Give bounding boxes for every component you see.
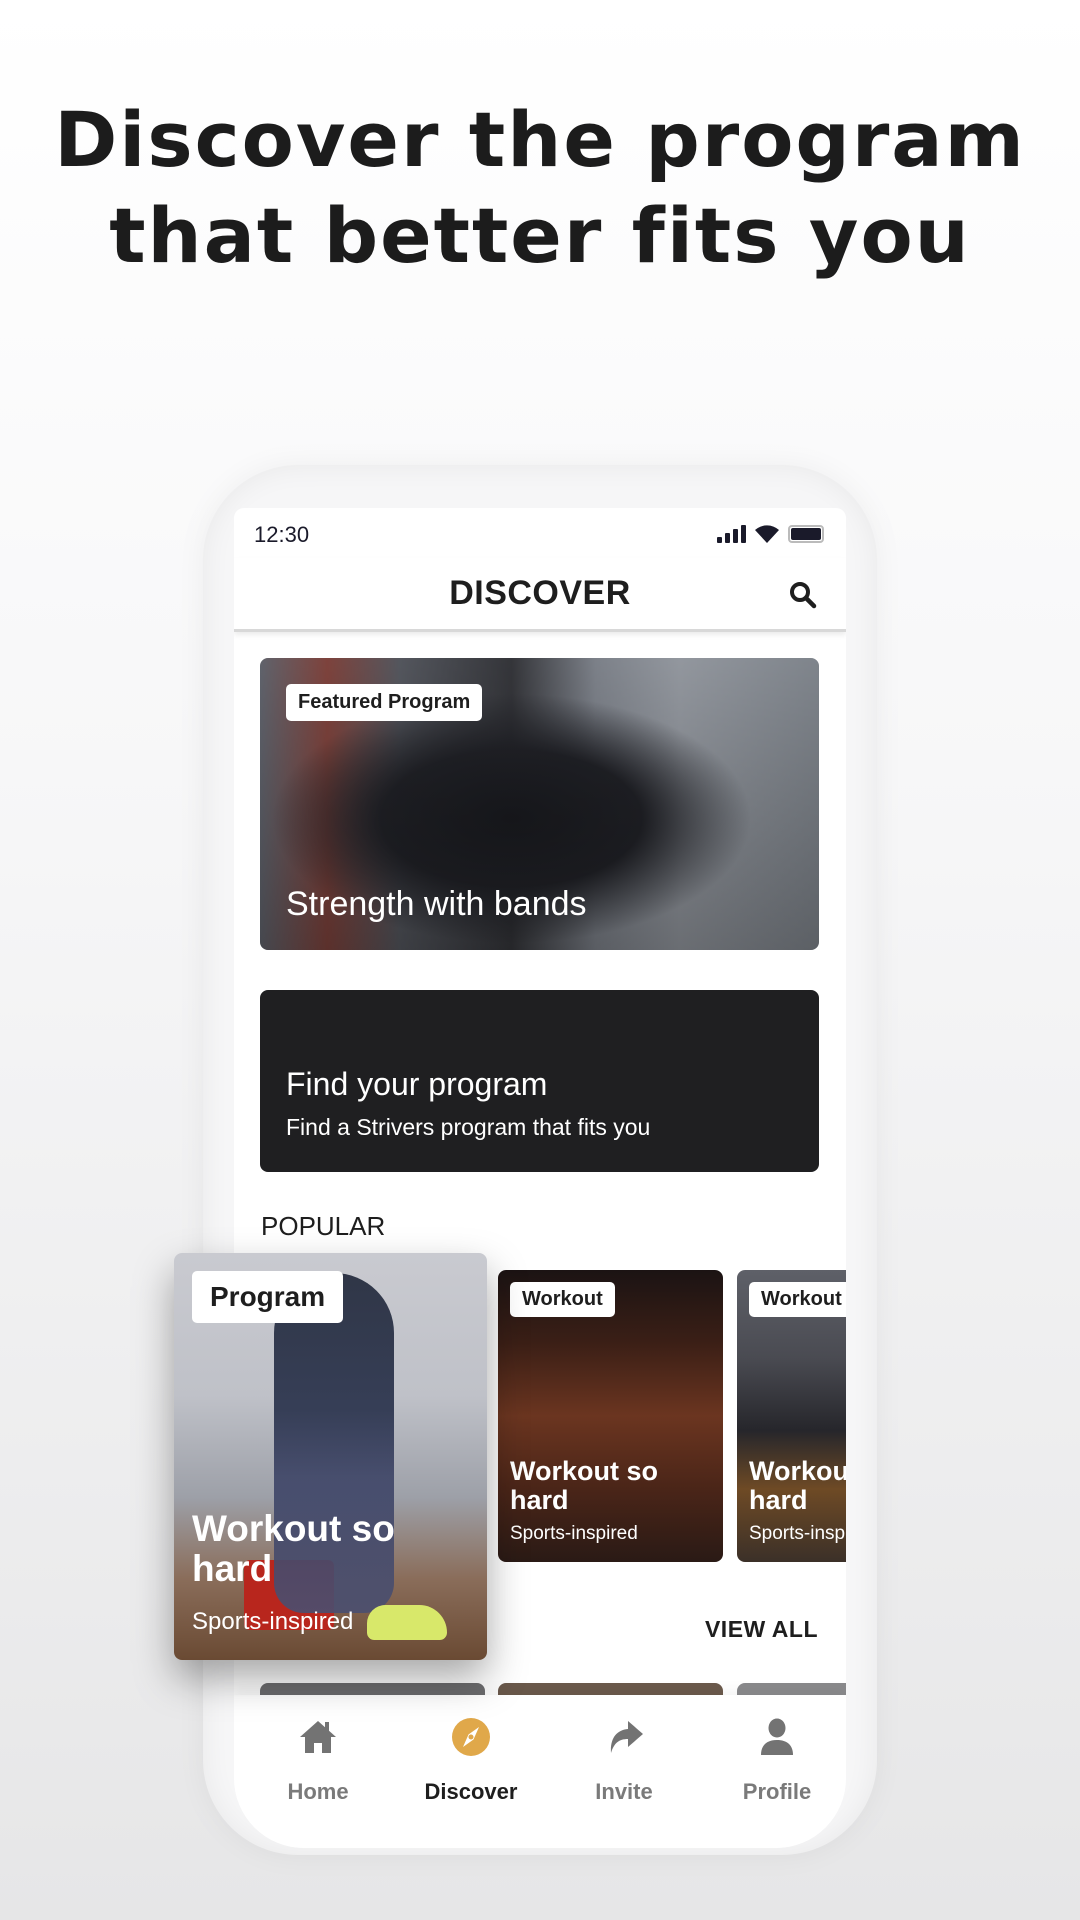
home-icon — [300, 1721, 336, 1753]
user-icon — [761, 1718, 793, 1755]
app-header: DISCOVER — [234, 558, 846, 632]
card-title: Workout so hard — [749, 1456, 846, 1515]
card-subtitle: Sports-inspired — [192, 1608, 354, 1635]
nav-label: Home — [287, 1779, 349, 1804]
card-tag: Workout — [749, 1282, 846, 1317]
nav-label: Discover — [424, 1779, 518, 1804]
page-title: DISCOVER — [449, 574, 631, 612]
bottom-nav: Home Discover Invite Profile — [234, 1695, 846, 1848]
card-title: Workout so hard — [192, 1507, 395, 1590]
card-tag: Program — [192, 1271, 344, 1323]
view-all-link[interactable]: VIEW ALL — [705, 1616, 818, 1643]
nav-item-invite[interactable]: Invite — [559, 1715, 689, 1805]
popular-card-highlighted[interactable]: Program Workout so hard Sports-inspired — [174, 1253, 487, 1660]
status-bar: 12:30 — [234, 520, 846, 550]
compass-icon — [452, 1718, 490, 1756]
nav-label: Invite — [595, 1779, 653, 1804]
status-time: 12:30 — [254, 522, 310, 547]
find-program-card[interactable]: Find your program Find a Strivers progra… — [260, 990, 819, 1172]
share-arrow-icon — [610, 1721, 643, 1753]
card-subtitle: Sports-inspired — [749, 1523, 846, 1544]
nav-item-profile[interactable]: Profile — [712, 1715, 842, 1805]
nav-item-discover[interactable]: Discover — [406, 1715, 536, 1805]
search-icon[interactable] — [788, 580, 818, 610]
headline-line-1: Discover the program — [54, 95, 1026, 184]
headline-line-2: that better fits you — [109, 191, 971, 280]
card-tag: Workout — [510, 1282, 615, 1317]
nav-label: Profile — [742, 1779, 812, 1804]
featured-program-card[interactable]: Featured Program Strength with bands — [260, 658, 819, 950]
promo-headline: Discover the program that better fits yo… — [0, 92, 1080, 284]
nav-item-home[interactable]: Home — [253, 1715, 383, 1805]
card-image-detail — [367, 1605, 447, 1640]
card-subtitle: Sports-inspired — [510, 1523, 638, 1544]
featured-tag: Featured Program — [286, 684, 483, 721]
status-icons — [717, 524, 824, 544]
find-program-subtitle: Find a Strivers program that fits you — [286, 1114, 651, 1140]
featured-title: Strength with bands — [286, 885, 587, 923]
popular-section-label: POPULAR — [261, 1211, 386, 1241]
find-program-title: Find your program — [286, 1066, 548, 1102]
battery-icon — [788, 525, 824, 543]
popular-card[interactable]: Workout Workout so hard Sports-inspired — [498, 1270, 723, 1562]
wifi-icon — [755, 525, 779, 543]
card-title: Workout so hard — [510, 1456, 658, 1515]
signal-icon — [717, 525, 746, 543]
popular-card[interactable]: Workout Workout so hard Sports-inspired — [737, 1270, 846, 1562]
